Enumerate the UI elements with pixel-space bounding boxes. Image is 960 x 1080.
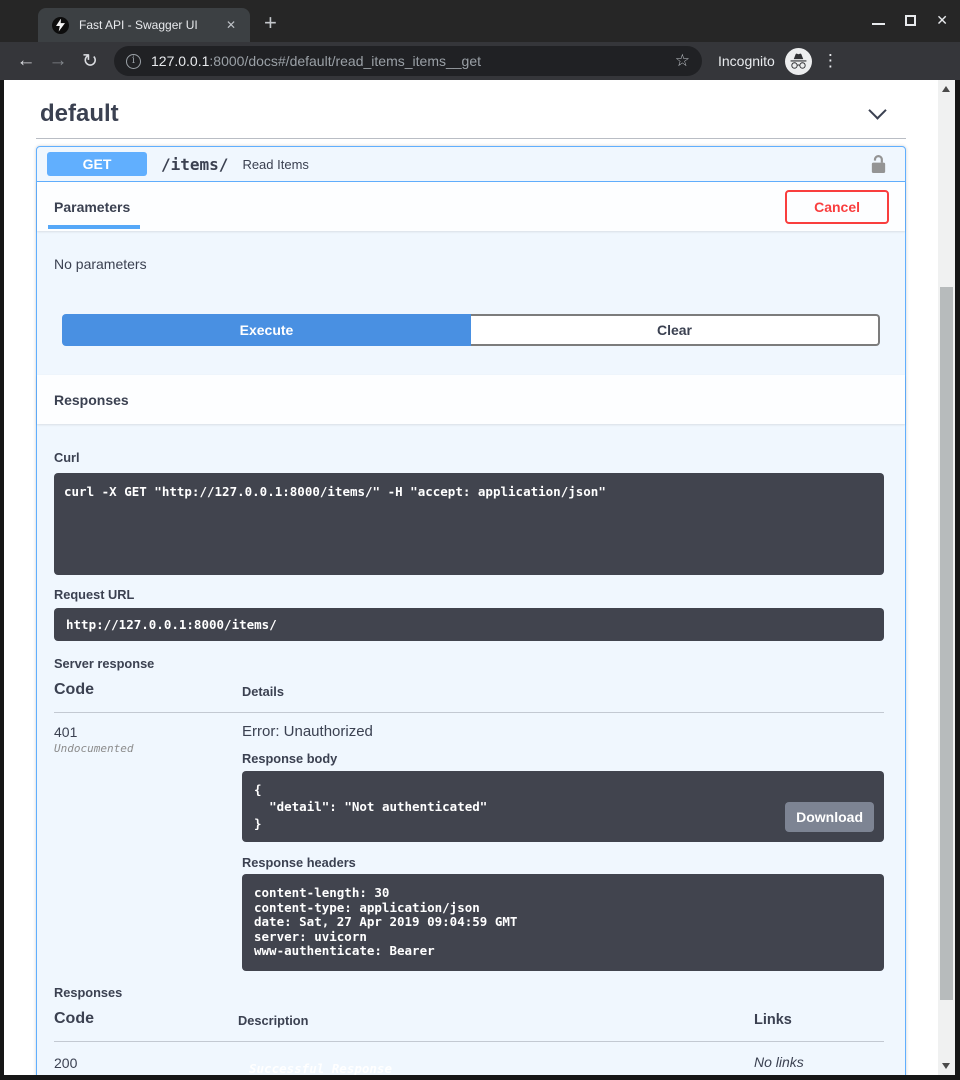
chevron-down-icon[interactable] [868,101,886,119]
clear-button[interactable]: Clear [471,314,880,346]
curl-label: Curl [54,450,884,465]
request-url-label: Request URL [54,587,884,602]
response-headers-value: content-length: 30 content-type: applica… [242,874,884,971]
status-code: 401 [54,713,242,740]
column-description: Description [238,1013,754,1028]
incognito-label: Incognito [718,53,775,69]
tag-title: default [40,100,119,128]
request-url-value: http://127.0.0.1:8000/items/ [54,608,884,641]
response-headers-label: Response headers [242,855,884,870]
tab-parameters[interactable]: Parameters [54,182,130,231]
browser-tab[interactable]: Fast API - Swagger UI ✕ [38,8,250,42]
scrollbar-thumb[interactable] [940,287,953,1000]
cancel-button[interactable]: Cancel [785,190,889,224]
column-links: Links [754,1012,884,1028]
back-icon[interactable]: ← [10,50,42,72]
operation-summary-text: Read Items [242,157,308,172]
tab-title: Fast API - Swagger UI [79,18,222,32]
column-details: Details [242,684,884,699]
no-links-text: No links [754,1042,884,1070]
download-button[interactable]: Download [785,802,874,832]
operation-block: GET /items/ Read Items Parameters Cancel… [36,146,906,1080]
fastapi-favicon-icon [52,17,69,34]
page-viewport: default GET /items/ Read Items Parameter… [0,80,960,1080]
server-response-row: 401 Undocumented Error: Unauthorized Res… [54,713,884,971]
response-body-label: Response body [242,751,884,766]
address-bar[interactable]: i 127.0.0.1:8000/docs#/default/read_item… [114,46,702,76]
no-parameters-text: No parameters [54,256,147,272]
column-code: Code [54,1010,238,1028]
execute-button[interactable]: Execute [62,314,471,346]
curl-command[interactable]: curl -X GET "http://127.0.0.1:8000/items… [54,473,884,575]
new-tab-button[interactable]: + [264,10,277,36]
responses-inner: Curl curl -X GET "http://127.0.0.1:8000/… [37,424,905,1080]
parameters-body: No parameters [37,231,905,314]
browser-titlebar: Fast API - Swagger UI ✕ + ✕ [0,0,960,42]
response-200-row: 200 Successful Response No links [54,1042,884,1080]
forward-icon[interactable]: → [42,50,74,72]
status-code-200: 200 [54,1042,238,1071]
operation-summary[interactable]: GET /items/ Read Items [37,147,905,182]
responses-table-header: Code Description Links [54,1010,884,1042]
column-code: Code [54,681,242,699]
response-description-text: Successful Response [249,1061,392,1076]
documented-responses-label: Responses [54,985,884,1000]
responses-title: Responses [54,392,129,408]
server-response-label: Server response [54,656,884,671]
window-maximize-button[interactable] [905,15,916,26]
scrollbar[interactable] [938,80,955,1075]
unlock-icon[interactable] [869,153,888,175]
undocumented-note: Undocumented [54,742,242,755]
bookmark-star-icon[interactable]: ☆ [675,51,690,71]
response-description-block: Successful Response [238,1052,727,1080]
browser-menu-icon[interactable]: ⋮ [822,51,838,71]
tag-section-header[interactable]: default [36,96,906,128]
url-path: :8000/docs#/default/read_items_items__ge… [209,53,481,69]
url-host: 127.0.0.1 [151,53,209,69]
server-response-table-header: Code Details [54,681,884,713]
reload-icon[interactable]: ↻ [74,50,106,73]
incognito-icon [785,48,812,75]
tag-divider [36,138,906,139]
page-info-icon[interactable]: i [126,54,141,69]
window-minimize-button[interactable] [872,23,885,25]
execute-wrapper: Execute Clear [37,314,905,375]
parameters-header: Parameters Cancel [37,182,905,231]
method-badge: GET [47,152,147,176]
scrollbar-down-icon[interactable] [942,1063,950,1069]
responses-header: Responses [37,375,905,424]
tab-close-icon[interactable]: ✕ [222,16,240,34]
browser-toolbar: ← → ↻ i 127.0.0.1:8000/docs#/default/rea… [0,42,960,80]
operation-path: /items/ [161,155,228,174]
error-title: Error: Unauthorized [242,713,884,740]
url-text[interactable]: 127.0.0.1:8000/docs#/default/read_items_… [151,53,667,69]
scrollbar-up-icon[interactable] [942,86,950,92]
window-close-button[interactable]: ✕ [936,13,948,27]
